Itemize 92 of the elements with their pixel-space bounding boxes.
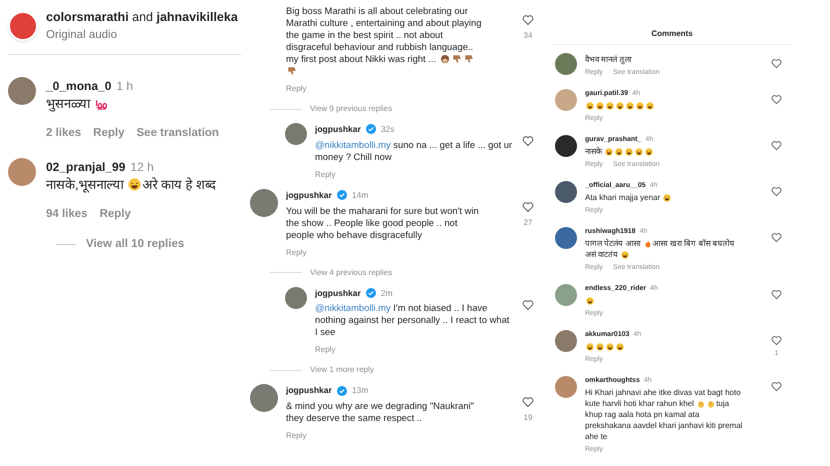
laughing-face-icon [621, 251, 630, 259]
username[interactable]: jogpushkar [286, 384, 332, 397]
comment-text: @nikkitambolli.my I'm not biased .. I have nothing against her personally .. I react to what I see [315, 302, 510, 338]
verified-badge-icon [336, 190, 347, 200]
reply-link[interactable]: Reply [286, 83, 484, 95]
laughing-face-icon [626, 102, 634, 110]
likes-count[interactable]: 2 likes [46, 125, 82, 142]
timestamp: 13m [352, 384, 368, 397]
laughing-face-icon [586, 343, 594, 351]
username[interactable]: jogpushkar [315, 123, 361, 136]
username[interactable]: _0_mona_0 [46, 77, 112, 95]
laughing-face-icon [605, 148, 614, 156]
comment-text: Big boss Marathi is all about celebrating our Marathi culture , entertaining and about playing the game in the best spirit .. not about disgraceful behaviour and rubbish language.. my first post about Nikki was right ... [286, 5, 484, 77]
like-count: 19 [524, 412, 532, 424]
heart-icon[interactable] [522, 135, 534, 147]
laughing-face-icon [636, 102, 644, 110]
likes-count[interactable]: 94 likes [46, 206, 88, 224]
view-replies-link[interactable]: View 4 previous replies [310, 266, 392, 278]
timestamp: 1 h [116, 78, 134, 95]
like-count: 34 [524, 30, 532, 42]
username[interactable]: 02_pranjal_99 [46, 158, 126, 176]
laughing-face-icon [645, 148, 654, 156]
comment-text: नासके [585, 146, 745, 157]
laughing-face-icon [616, 343, 624, 351]
heart-icon[interactable] [522, 298, 534, 310]
comment-text: Ata khari majja yenar [585, 192, 745, 203]
reply-link[interactable]: Reply [315, 344, 513, 356]
clapping-hands-icon [697, 400, 706, 408]
laughing-face-icon [128, 178, 142, 192]
view-replies-link[interactable]: View 9 previous replies [310, 103, 392, 115]
audio-label[interactable]: Original audio [46, 26, 238, 44]
post-accounts[interactable]: colorsmarathi and jahnavikilleka [46, 8, 238, 27]
comment-text: & mind you why are we degrading "Naukrani" they deserve the same respect .. [286, 400, 476, 424]
laughing-face-icon [625, 148, 634, 156]
timestamp: 2m [380, 286, 393, 300]
translation-link[interactable]: See translation [136, 125, 219, 142]
comment-text: भुसनळ्या [46, 95, 219, 113]
heart-icon[interactable] [771, 288, 782, 300]
laughing-face-icon [586, 297, 594, 305]
heart-icon[interactable] [522, 14, 534, 26]
verified-badge-icon [336, 386, 347, 396]
laughing-face-icon [646, 102, 654, 110]
username[interactable]: jogpushkar [286, 188, 332, 202]
verified-badge-icon [366, 288, 376, 298]
clapping-hands-icon [707, 400, 716, 408]
laughing-face-icon [635, 148, 644, 156]
monkey-face-icon [440, 54, 450, 64]
view-replies-link[interactable]: View 1 more reply [310, 364, 374, 376]
comment-text: वैभव मानलं तुला [585, 54, 633, 65]
avatar[interactable] [555, 134, 577, 156]
username[interactable]: jogpushkar [315, 286, 361, 300]
comment-text: पागल पेटलंय आसा आसा खरा बिग बॉस बघतोय असं वाटतंय [585, 238, 736, 260]
like-count: 27 [524, 216, 532, 229]
reply-link[interactable]: Reply [93, 125, 124, 142]
comment-text: You will be the maharani for sure but won't win the show .. People like good people .. not people who behave disgracefully [286, 204, 480, 240]
timestamp: 14m [352, 188, 368, 202]
heart-icon[interactable] [771, 58, 782, 69]
comment-text: Hi Khari jahnavi ahe itke divas vat bagt hoto kute harvli hoti khar rahun khel tuja khup rag aala hota pn kamal ata prekshakana aavdel khari janhavi kiti premal ahe te [585, 387, 744, 442]
laughing-face-icon [596, 102, 604, 110]
thumbs-down-icon [287, 66, 297, 76]
laughing-face-icon [606, 102, 614, 110]
heart-icon[interactable] [771, 380, 782, 392]
flame-icon [644, 240, 652, 248]
timestamp: 32s [380, 123, 395, 136]
reply-link[interactable]: Reply [100, 206, 131, 224]
reply-link[interactable]: Reply [286, 246, 484, 258]
mention-link[interactable]: @nikkitambolli.my [315, 138, 394, 150]
laughing-face-icon [615, 148, 624, 156]
heart-icon[interactable] [771, 140, 782, 150]
laughing-face-icon [616, 102, 624, 110]
reply-link[interactable]: Reply [315, 168, 513, 181]
panel-title: Comments [650, 28, 694, 40]
laughing-face-icon [596, 343, 604, 351]
laughing-face-icon [606, 343, 614, 351]
mention-link[interactable]: @nikkitambolli.my [315, 302, 394, 314]
comment-text: @nikkitambolli.my suno na ... get a life ... got ur money ? Chill now [315, 138, 513, 163]
verified-badge-icon [366, 124, 376, 134]
avatar[interactable] [555, 180, 577, 202]
heart-icon[interactable] [522, 200, 534, 213]
thumbs-down-icon [452, 54, 462, 64]
reply-link[interactable]: Reply [286, 430, 484, 442]
heart-icon[interactable] [771, 94, 782, 104]
view-replies-link[interactable]: View all 10 replies [86, 236, 184, 253]
thumbs-down-icon [464, 54, 474, 64]
heart-icon[interactable] [771, 334, 782, 346]
heart-icon[interactable] [771, 186, 782, 196]
heart-icon[interactable] [522, 396, 534, 408]
heart-icon[interactable] [771, 232, 782, 242]
laughing-face-icon [586, 102, 594, 110]
laughing-face-icon [663, 194, 672, 202]
comment-text: नासके,भूसनाल्या अरे काय हे शब्द [46, 176, 216, 194]
timestamp: 12 h [130, 159, 154, 176]
